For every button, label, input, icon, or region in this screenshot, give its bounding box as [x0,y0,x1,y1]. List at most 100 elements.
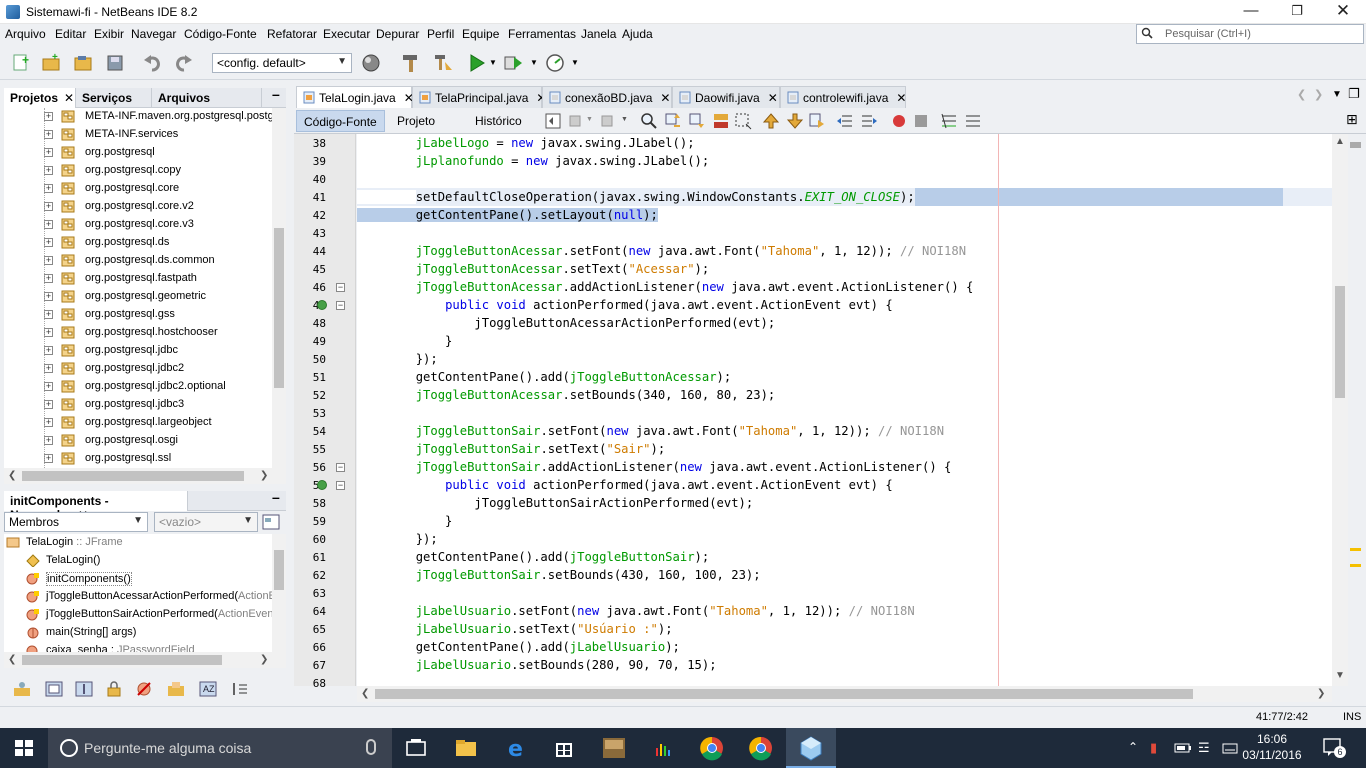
navigator-scroll-thumb[interactable] [274,550,284,590]
build-target-icon[interactable] [360,52,382,74]
chrome-icon[interactable] [698,734,726,762]
close-button[interactable]: ✕ [1320,0,1366,24]
search-input[interactable]: Pesquisar (Ctrl+I) [1136,24,1364,44]
editor-vscrollbar[interactable]: ▲ ▼ [1332,134,1348,686]
cortana-search-box[interactable]: Pergunte-me alguma coisa [48,728,392,768]
expand-icon[interactable]: + [44,418,53,427]
chrome-icon-2[interactable] [747,734,775,762]
fold-collapse-icon[interactable]: − [336,481,345,490]
menu-editar[interactable]: Editar [55,27,86,41]
undo-icon[interactable] [142,52,164,74]
tab-arquivos[interactable]: Arquivos [152,88,262,108]
scroll-right-icon[interactable]: ❯ [260,470,268,481]
projects-scrollbar[interactable] [272,108,286,468]
toggle-highlight-icon[interactable] [712,112,730,130]
expand-icon[interactable]: + [44,112,53,121]
new-file-icon[interactable]: + [10,52,32,74]
comment-icon[interactable] [940,112,958,130]
navigator-options-icon[interactable] [262,514,280,530]
error-stripe[interactable] [1348,134,1362,686]
scroll-tabs-left-icon[interactable]: ❮ [1297,88,1306,101]
keyboard-icon[interactable] [1222,740,1238,756]
show-inherited-icon[interactable] [134,680,154,698]
shift-right-icon[interactable] [860,112,878,130]
minimize-panel-icon[interactable]: – [272,489,280,505]
forward-icon[interactable] [598,112,616,130]
scroll-up-icon[interactable]: ▲ [1335,136,1345,147]
menu-exibir[interactable]: Exibir [94,27,124,41]
projects-hscroll-thumb[interactable] [22,471,244,481]
profile-icon[interactable] [544,52,566,74]
minimize-button[interactable]: — [1228,0,1274,24]
expand-icon[interactable]: + [44,220,53,229]
find-next-icon[interactable] [688,112,706,130]
fold-collapse-icon[interactable]: − [336,463,345,472]
menu-codigo-fonte[interactable]: Código-Fonte [184,27,257,41]
editor-vscroll-thumb[interactable] [1335,286,1345,398]
sort-by-name-icon[interactable]: AZ [198,680,218,698]
menu-janela[interactable]: Janela [581,27,616,41]
expand-icon[interactable]: + [44,184,53,193]
tab-projetos[interactable]: Projetos ✕ [4,88,76,108]
minimize-panel-icon[interactable]: – [272,86,280,102]
view-history-button[interactable]: Histórico [468,110,529,132]
navigator-hscroll-thumb[interactable] [22,655,222,665]
expand-icon[interactable]: + [44,346,53,355]
menu-navegar[interactable]: Navegar [131,27,176,41]
editor-hscrollbar[interactable]: ❮ ❯ [357,686,1332,702]
projects-hscrollbar[interactable]: ❮ ❯ [4,468,286,484]
expand-icon[interactable]: + [44,292,53,301]
previous-bookmark-icon[interactable] [762,112,780,130]
menu-ferramentas[interactable]: Ferramentas [508,27,576,41]
run-icon[interactable] [466,52,488,74]
tab-telaprincipal[interactable]: TelaPrincipal.java✕ [412,86,546,108]
toggle-bookmark-icon[interactable] [808,112,826,130]
netbeans-taskbar-button[interactable] [786,728,836,768]
override-marker-icon[interactable] [317,300,327,310]
menu-arquivo[interactable]: Arquivo [5,27,46,41]
shift-left-icon[interactable] [836,112,854,130]
wifi-icon[interactable]: ☲ [1198,740,1210,756]
expand-icon[interactable]: + [44,364,53,373]
build-hammer-icon[interactable] [400,52,422,74]
error-stripe-warning[interactable] [1350,564,1361,567]
find-previous-icon[interactable] [664,112,682,130]
find-selection-icon[interactable] [640,112,658,130]
show-inner-classes-icon[interactable] [166,680,186,698]
override-marker-icon[interactable] [317,480,327,490]
hierarchy-icon[interactable] [12,680,32,698]
back-icon[interactable] [568,112,586,130]
error-stripe-warning[interactable] [1350,548,1361,551]
microphone-icon[interactable] [366,739,376,755]
expand-icon[interactable]: + [44,328,53,337]
last-edit-icon[interactable] [544,112,562,130]
show-fields-icon[interactable] [44,680,64,698]
profile-dropdown-icon[interactable]: ▼ [571,58,579,67]
toggle-rect-selection-icon[interactable] [734,112,752,130]
store-icon[interactable] [550,734,578,762]
navigator-hscrollbar[interactable]: ❮ ❯ [4,652,286,668]
menu-refatorar[interactable]: Refatorar [267,27,317,41]
tab-telalogin[interactable]: TelaLogin.java ✕ [296,86,414,108]
save-all-icon[interactable] [104,52,126,74]
scroll-down-icon[interactable]: ▼ [1335,670,1345,681]
back-dropdown-icon[interactable]: ▼ [586,116,593,123]
editor-hscroll-thumb[interactable] [375,689,1193,699]
navigator-scrollbar[interactable] [272,534,286,652]
open-project-icon[interactable] [72,52,94,74]
maximize-button[interactable]: ❐ [1274,0,1320,24]
audio-app-icon[interactable] [650,734,678,762]
tab-list-dropdown-icon[interactable]: ▼ [1332,89,1342,100]
run-dropdown-icon[interactable]: ▼ [489,58,497,67]
expand-icon[interactable]: + [44,238,53,247]
windows-start-icon[interactable] [0,728,48,768]
expand-icon[interactable]: + [44,400,53,409]
fold-collapse-icon[interactable]: − [336,301,345,310]
expand-icon[interactable]: + [44,148,53,157]
empty-filter-select[interactable]: <vazio> ▼ [154,512,258,532]
expand-icon[interactable]: + [44,202,53,211]
show-static-icon[interactable] [74,680,94,698]
forward-dropdown-icon[interactable]: ▼ [621,116,628,123]
scroll-left-icon[interactable]: ❮ [8,654,16,665]
menu-ajuda[interactable]: Ajuda [622,27,653,41]
